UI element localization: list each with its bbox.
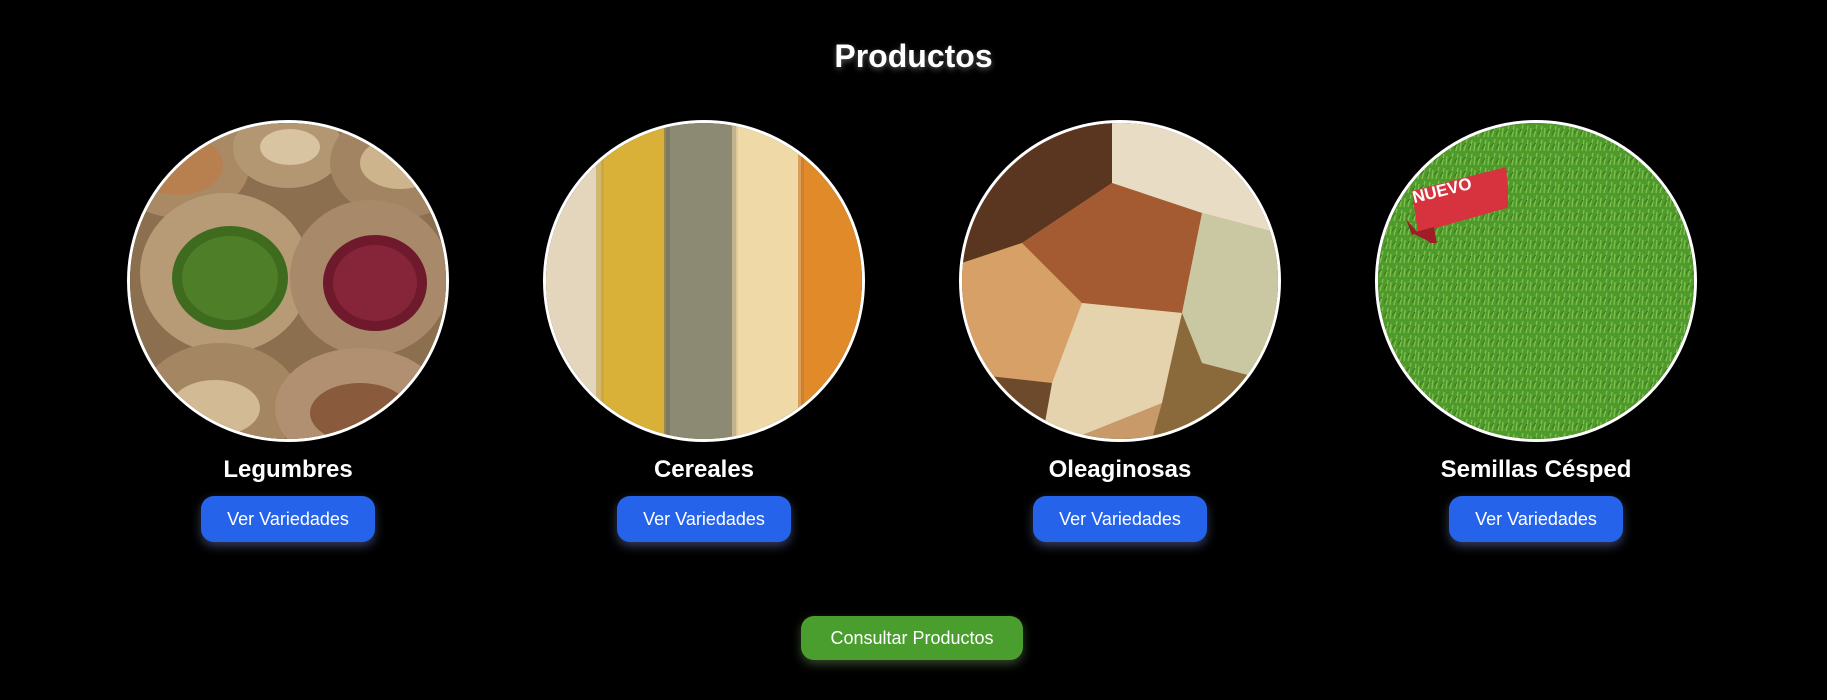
product-card-legumbres: Legumbres Ver Variedades (127, 120, 449, 542)
cereales-image[interactable] (543, 120, 865, 442)
product-name: Cereales (653, 456, 755, 483)
cesped-illustration (1378, 123, 1694, 439)
product-name: Oleaginosas (1048, 456, 1192, 483)
legumbres-illustration (130, 123, 446, 439)
ver-variedades-button[interactable]: Ver Variedades (201, 496, 375, 542)
products-page: Productos Legumbres Ver Variedades Cerea… (0, 0, 1827, 700)
semillas-cesped-image[interactable]: NUEVO (1375, 120, 1697, 442)
oleaginosas-image[interactable] (959, 120, 1281, 442)
cereales-illustration (546, 123, 862, 439)
consultar-productos-button[interactable]: Consultar Productos (801, 616, 1023, 660)
legumbres-image[interactable] (127, 120, 449, 442)
page-title: Productos (834, 38, 993, 74)
ver-variedades-button[interactable]: Ver Variedades (1449, 496, 1623, 542)
ver-variedades-button[interactable]: Ver Variedades (617, 496, 791, 542)
oleaginosas-illustration (962, 123, 1278, 439)
ver-variedades-button[interactable]: Ver Variedades (1033, 496, 1207, 542)
product-name: Legumbres (223, 456, 353, 483)
product-card-semillas-cesped: NUEVO Semillas Césped Ver Variedades (1375, 120, 1697, 542)
product-card-cereales: Cereales Ver Variedades (543, 120, 865, 542)
product-card-oleaginosas: Oleaginosas Ver Variedades (959, 120, 1281, 542)
product-name: Semillas Césped (1440, 456, 1632, 483)
